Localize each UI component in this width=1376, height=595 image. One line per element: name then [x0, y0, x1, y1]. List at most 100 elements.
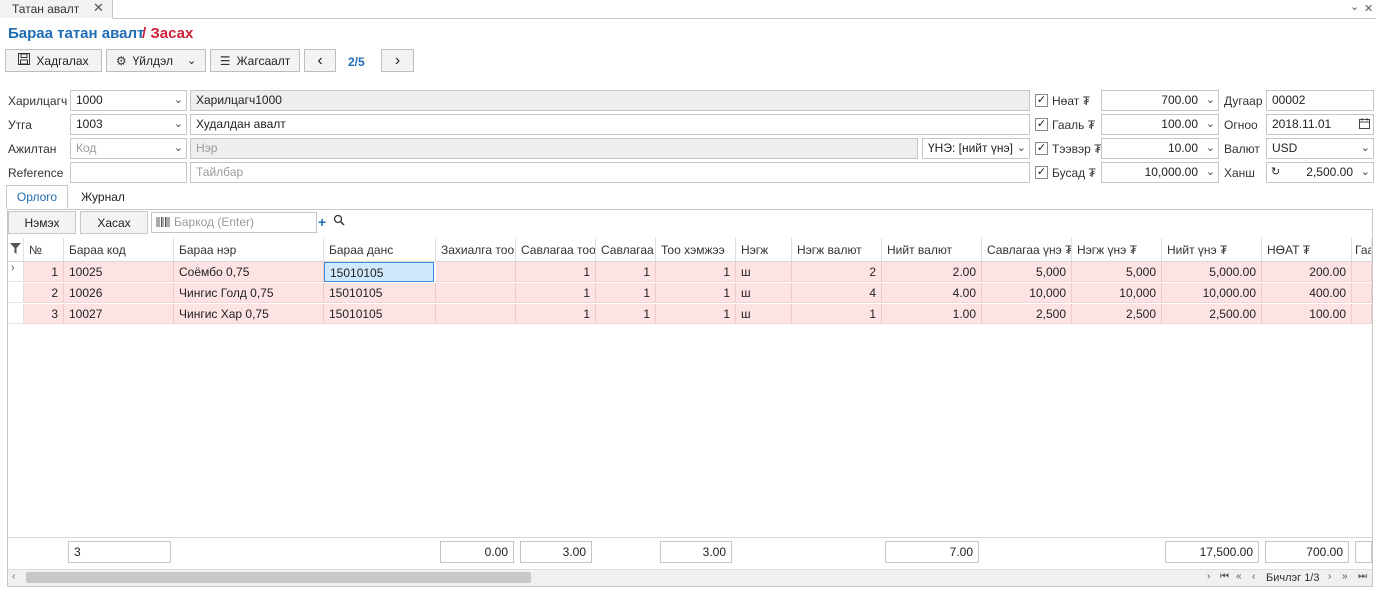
col-header-qty[interactable]: Тоо хэмжээ — [656, 238, 736, 262]
scrollbar-thumb[interactable] — [26, 572, 531, 583]
customs-amount-field[interactable]: 100.00 ⌄ — [1101, 114, 1219, 135]
cell-pack-qty[interactable]: 1 — [516, 283, 596, 303]
cell-pack-qty[interactable]: 1 — [516, 262, 596, 282]
cell-unit[interactable]: ш — [736, 262, 792, 282]
cell-unit-price[interactable]: 10,000 — [1072, 283, 1162, 303]
cell-unit-currency[interactable]: 4 — [792, 283, 882, 303]
action-button[interactable]: ⚙ Үйлдэл ⌄ — [106, 49, 206, 72]
cell-unit[interactable]: ш — [736, 283, 792, 303]
refresh-icon[interactable]: ↻ — [1271, 165, 1280, 178]
cell-qty[interactable]: 1 — [656, 304, 736, 324]
cell-qty[interactable]: 1 — [656, 262, 736, 282]
scroll-right-icon[interactable]: › — [1207, 571, 1210, 582]
col-header-no[interactable]: № — [24, 238, 64, 262]
cell-pack[interactable]: 1 — [596, 262, 656, 282]
description-field[interactable]: Тайлбар — [190, 162, 1030, 183]
vat-checkbox[interactable]: ✓ — [1035, 94, 1048, 107]
cell-total-currency[interactable]: 4.00 — [882, 283, 982, 303]
first-page-icon[interactable]: ⏮ — [1220, 571, 1229, 582]
col-header-vat[interactable]: НӨАТ ₮ — [1262, 238, 1352, 262]
cell-total-price[interactable]: 5,000.00 — [1162, 262, 1262, 282]
cell-pack[interactable]: 1 — [596, 304, 656, 324]
date-field[interactable]: 2018.11.01 — [1266, 114, 1374, 135]
prev-page-icon[interactable]: ‹ — [1252, 571, 1255, 582]
cell-code[interactable]: 10025 — [64, 262, 174, 282]
col-header-pack-qty[interactable]: Савлагаа тоо — [516, 238, 596, 262]
cell-order-qty[interactable] — [436, 283, 516, 303]
col-header-account[interactable]: Бараа данс — [324, 238, 436, 262]
col-header-total-currency[interactable]: Нийт валют — [882, 238, 982, 262]
cell-account-selected[interactable]: 15010105 — [324, 262, 434, 282]
cell-pack[interactable]: 1 — [596, 283, 656, 303]
tab-journal[interactable]: Журнал — [72, 185, 134, 209]
last-page-icon[interactable]: ⏭ — [1358, 571, 1367, 582]
cell-total-price[interactable]: 10,000.00 — [1162, 283, 1262, 303]
plus-icon[interactable]: + — [318, 214, 326, 230]
other-amount-field[interactable]: 10,000.00 ⌄ — [1101, 162, 1219, 183]
number-field[interactable]: 00002 — [1266, 90, 1374, 111]
prev-page-fast-icon[interactable]: « — [1236, 571, 1242, 582]
cell-name[interactable]: Чингис Голд 0,75 — [174, 283, 324, 303]
cell-unit-price[interactable]: 5,000 — [1072, 262, 1162, 282]
cell-pack-price[interactable]: 2,500 — [982, 304, 1072, 324]
cell-pack-qty[interactable]: 1 — [516, 304, 596, 324]
cell-no[interactable]: 3 — [24, 304, 64, 324]
cell-vat[interactable]: 400.00 — [1262, 283, 1352, 303]
tab-income[interactable]: Орлого — [6, 185, 68, 209]
cell-vat[interactable]: 200.00 — [1262, 262, 1352, 282]
cell-unit-currency[interactable]: 1 — [792, 304, 882, 324]
cell-order-qty[interactable] — [436, 304, 516, 324]
col-header-order-qty[interactable]: Захиалга тоо — [436, 238, 516, 262]
cell-code[interactable]: 10026 — [64, 283, 174, 303]
transport-amount-field[interactable]: 10.00 ⌄ — [1101, 138, 1219, 159]
cell-total-currency[interactable]: 1.00 — [882, 304, 982, 324]
cell-vat[interactable]: 100.00 — [1262, 304, 1352, 324]
route-code-select[interactable]: 1003 ⌄ — [70, 114, 187, 135]
col-header-code[interactable]: Бараа код — [64, 238, 174, 262]
vat-amount-field[interactable]: 700.00 ⌄ — [1101, 90, 1219, 111]
list-button[interactable]: ☰ Жагсаалт — [210, 49, 300, 72]
cell-name[interactable]: Соёмбо 0,75 — [174, 262, 324, 282]
employee-code-select[interactable]: Код ⌄ — [70, 138, 187, 159]
col-header-unit-price[interactable]: Нэгж үнэ ₮ — [1072, 238, 1162, 262]
document-tab[interactable]: Татан авалт ✕ — [0, 0, 113, 19]
close-icon[interactable]: ✕ — [93, 0, 104, 16]
cell-total-currency[interactable]: 2.00 — [882, 262, 982, 282]
other-checkbox[interactable]: ✓ — [1035, 166, 1048, 179]
next-page-icon[interactable]: › — [1328, 571, 1331, 582]
next-page-fast-icon[interactable]: » — [1342, 571, 1348, 582]
cell-customs[interactable] — [1352, 304, 1372, 324]
cell-unit[interactable]: ш — [736, 304, 792, 324]
cell-order-qty[interactable] — [436, 262, 516, 282]
col-header-total-price[interactable]: Нийт үнэ ₮ — [1162, 238, 1262, 262]
transport-checkbox[interactable]: ✓ — [1035, 142, 1048, 155]
rate-field[interactable]: ↻ 2,500.00 ⌄ — [1266, 162, 1374, 183]
filter-icon[interactable] — [8, 238, 24, 262]
col-header-unit[interactable]: Нэгж — [736, 238, 792, 262]
cell-account[interactable]: 15010105 — [324, 283, 436, 303]
col-header-name[interactable]: Бараа нэр — [174, 238, 324, 262]
cell-pack-price[interactable]: 10,000 — [982, 283, 1072, 303]
prev-record-button[interactable]: ‹ — [304, 49, 336, 72]
search-icon[interactable] — [333, 214, 345, 229]
save-button[interactable]: Хадгалах — [5, 49, 102, 72]
barcode-input[interactable]: Баркод (Enter) — [151, 212, 317, 233]
cell-code[interactable]: 10027 — [64, 304, 174, 324]
cell-pack-price[interactable]: 5,000 — [982, 262, 1072, 282]
cell-customs[interactable] — [1352, 262, 1372, 282]
cell-no[interactable]: 2 — [24, 283, 64, 303]
cell-name[interactable]: Чингис Хар 0,75 — [174, 304, 324, 324]
cell-no[interactable]: 1 — [24, 262, 64, 282]
currency-select[interactable]: USD ⌄ — [1266, 138, 1374, 159]
calendar-icon[interactable] — [1359, 118, 1370, 132]
col-header-pack[interactable]: Савлагаа — [596, 238, 656, 262]
col-header-unit-currency[interactable]: Нэгж валют — [792, 238, 882, 262]
add-row-button[interactable]: Нэмэх — [8, 211, 76, 234]
cell-unit-price[interactable]: 2,500 — [1072, 304, 1162, 324]
cell-unit-currency[interactable]: 2 — [792, 262, 882, 282]
chevron-down-icon[interactable]: ⌄ — [1350, 0, 1359, 13]
customs-checkbox[interactable]: ✓ — [1035, 118, 1048, 131]
reference-field[interactable] — [70, 162, 187, 183]
col-header-pack-price[interactable]: Савлагаа үнэ ₮ — [982, 238, 1072, 262]
route-name-field[interactable]: Худалдан авалт — [190, 114, 1030, 135]
